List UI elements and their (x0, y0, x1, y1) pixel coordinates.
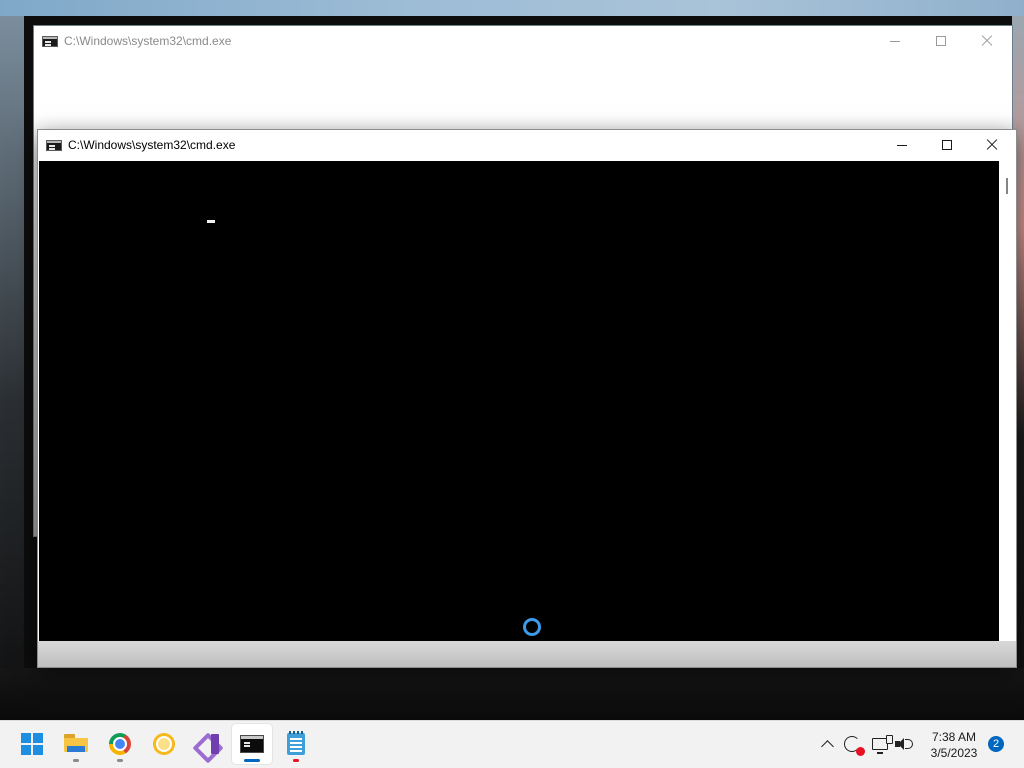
scrollbar-thumb[interactable] (1006, 178, 1008, 194)
windows-start-icon (21, 733, 43, 755)
chevron-up-icon (820, 740, 834, 753)
alert-indicator (293, 759, 299, 762)
maximize-icon (942, 140, 952, 150)
cmd-icon (46, 140, 62, 151)
window-bottom-edge (38, 641, 1016, 667)
minimize-icon (897, 144, 907, 146)
notification-badge[interactable]: 2 (988, 736, 1004, 752)
maximize-button[interactable] (918, 26, 964, 56)
taskbar-command-prompt[interactable] (232, 724, 272, 764)
minimize-button[interactable] (879, 130, 925, 160)
chrome-icon (109, 733, 131, 755)
active-indicator (244, 759, 260, 762)
console-output[interactable] (39, 161, 999, 641)
close-button[interactable] (969, 130, 1015, 160)
network-button[interactable] (869, 731, 893, 757)
visual-studio-icon (197, 733, 219, 755)
minimize-icon (890, 40, 900, 42)
volume-button[interactable] (893, 731, 915, 757)
show-hidden-icons-button[interactable] (818, 731, 836, 757)
clock-date: 3/5/2023 (930, 746, 978, 760)
chrome-canary-icon (153, 733, 175, 755)
taskbar-chrome[interactable] (100, 724, 140, 764)
vertical-scrollbar[interactable] (999, 161, 1015, 641)
close-icon (981, 35, 993, 47)
sync-status-button[interactable] (841, 731, 865, 757)
loading-ring-icon (523, 618, 541, 636)
start-button[interactable] (12, 724, 52, 764)
window-title: C:\Windows\system32\cmd.exe (68, 138, 236, 152)
cmd-icon (240, 735, 264, 753)
desktop-wallpaper-left (0, 16, 24, 720)
clock[interactable]: 7:38 AM 3/5/2023 (922, 729, 986, 761)
running-indicator (73, 759, 79, 762)
running-indicator (117, 759, 123, 762)
notepad-icon (287, 731, 305, 755)
taskbar-notepad[interactable] (276, 724, 316, 764)
maximize-button[interactable] (924, 130, 970, 160)
taskbar-chrome-canary[interactable] (144, 724, 184, 764)
cmd-icon (42, 36, 58, 47)
volume-icon (895, 737, 913, 751)
title-bar[interactable]: C:\Windows\system32\cmd.exe (38, 130, 1016, 160)
window-title: C:\Windows\system32\cmd.exe (64, 34, 232, 48)
text-cursor (207, 220, 215, 223)
network-icon (872, 735, 893, 754)
cmd-window-foreground[interactable]: C:\Windows\system32\cmd.exe (38, 130, 1016, 667)
desktop: C:\Windows\system32\cmd.exe C:\Windows\s… (0, 0, 1024, 720)
desktop-wallpaper-bottom (0, 668, 1024, 720)
clock-time: 7:38 AM (931, 730, 977, 744)
close-button[interactable] (964, 26, 1010, 56)
title-bar[interactable]: C:\Windows\system32\cmd.exe (34, 26, 1012, 56)
sync-alert-icon (844, 736, 865, 756)
folder-icon (64, 734, 88, 754)
close-icon (986, 139, 998, 151)
taskbar-file-explorer[interactable] (56, 724, 96, 764)
minimize-button[interactable] (872, 26, 918, 56)
maximize-icon (936, 36, 946, 46)
taskbar-visual-studio[interactable] (188, 724, 228, 764)
desktop-wallpaper-top (0, 0, 1024, 16)
